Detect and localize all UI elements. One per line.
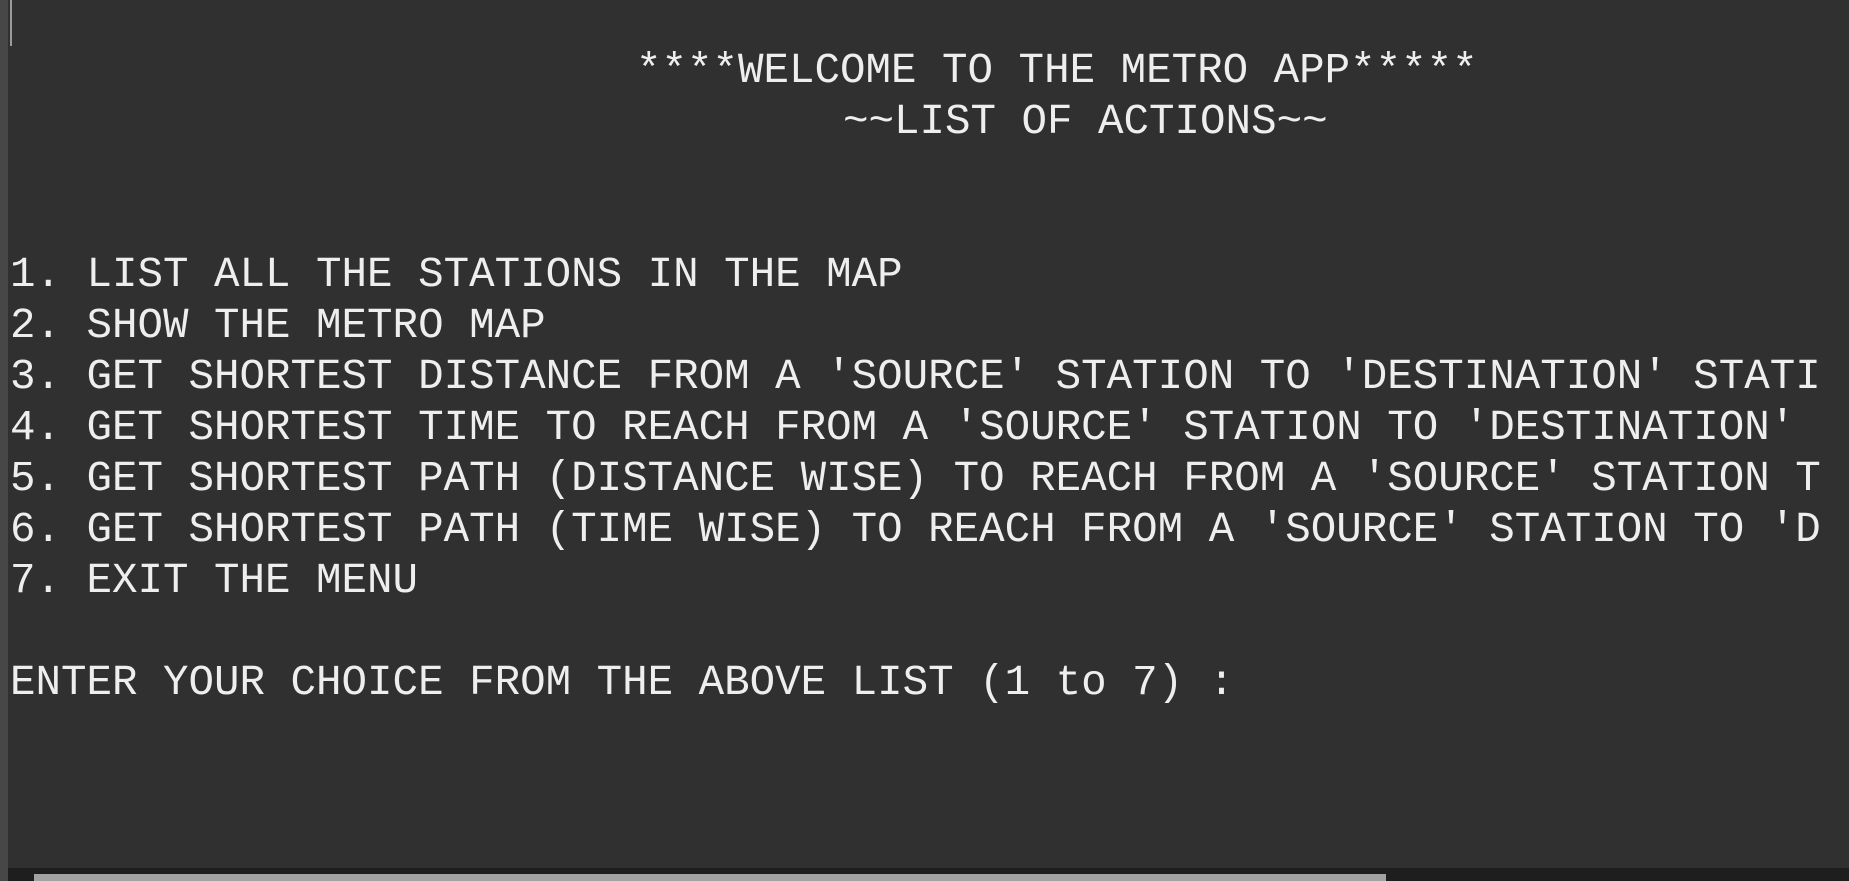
menu-option-6: 6. GET SHORTEST PATH (TIME WISE) TO REAC…	[10, 506, 1821, 554]
menu-option-5: 5. GET SHORTEST PATH (DISTANCE WISE) TO …	[10, 455, 1821, 503]
menu-option-4: 4. GET SHORTEST TIME TO REACH FROM A 'SO…	[10, 404, 1796, 452]
text-cursor	[10, 0, 12, 46]
choice-prompt[interactable]: ENTER YOUR CHOICE FROM THE ABOVE LIST (1…	[10, 658, 1234, 709]
menu-option-1: 1. LIST ALL THE STATIONS IN THE MAP	[10, 251, 903, 299]
list-of-actions-title: ~~LIST OF ACTIONS~~	[843, 98, 1328, 146]
left-border	[0, 0, 8, 881]
horizontal-scrollbar-thumb[interactable]	[34, 874, 1386, 881]
menu-option-3: 3. GET SHORTEST DISTANCE FROM A 'SOURCE'…	[10, 353, 1821, 401]
menu-option-7: 7. EXIT THE MENU	[10, 557, 419, 605]
console-window[interactable]: ****WELCOME TO THE METRO APP***** ~~LIST…	[0, 0, 1849, 881]
welcome-header: ****WELCOME TO THE METRO APP*****	[636, 47, 1478, 95]
menu-option-2: 2. SHOW THE METRO MAP	[10, 302, 546, 350]
